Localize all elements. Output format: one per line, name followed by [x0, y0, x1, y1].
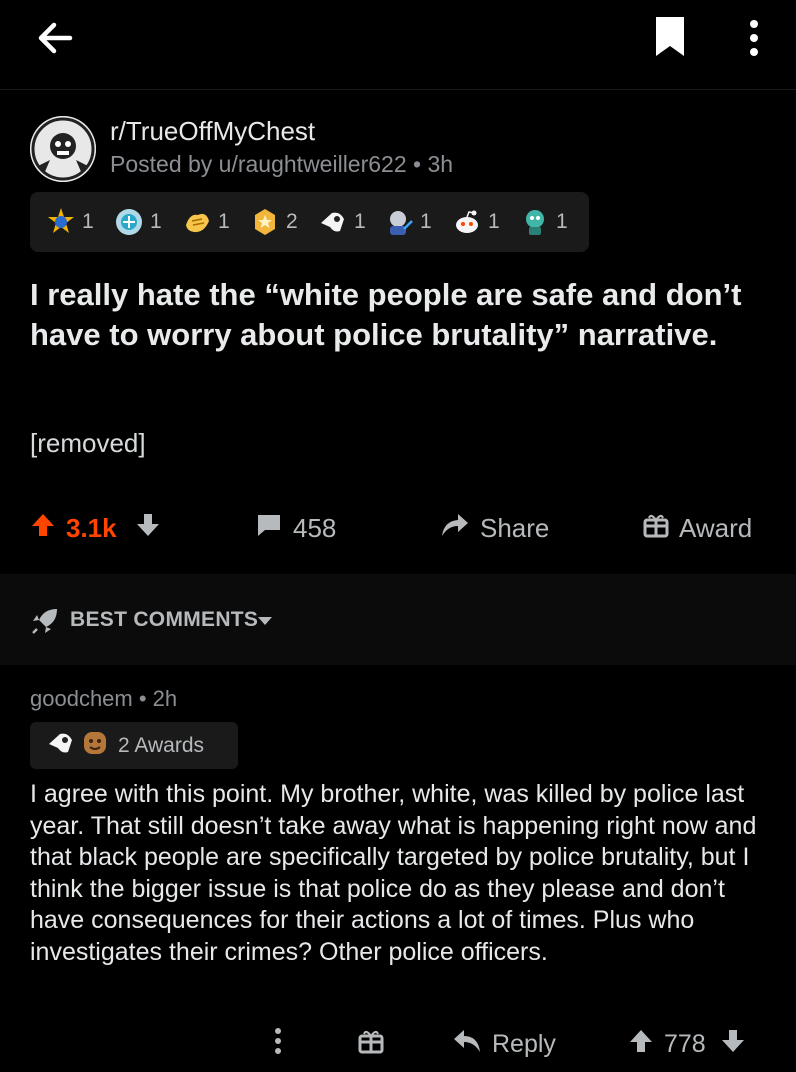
award-item: 2: [250, 206, 298, 238]
award-icon: [46, 728, 76, 763]
award-count: 1: [420, 210, 432, 233]
comment-body: I agree with this point. My brother, whi…: [30, 780, 757, 966]
more-vertical-icon: [268, 1026, 288, 1063]
award-icon: [186, 213, 209, 233]
comments-button[interactable]: 458: [255, 500, 336, 556]
award-item: 1: [452, 206, 500, 238]
reply-label: Reply: [492, 1029, 556, 1058]
more-vertical-icon[interactable]: [738, 12, 770, 60]
top-bar: [0, 0, 796, 90]
award-icon: [48, 208, 74, 233]
chevron-down-icon: [256, 614, 274, 632]
comment-author[interactable]: goodchem • 2h: [30, 686, 177, 712]
sort-label[interactable]: BEST COMMENTS: [70, 608, 258, 632]
bookmark-icon[interactable]: [646, 12, 694, 60]
comment-icon: [255, 511, 283, 546]
comment-award-button[interactable]: [358, 1016, 384, 1072]
award-count: 1: [488, 210, 500, 233]
award-icon: [80, 728, 110, 763]
back-arrow-icon[interactable]: [30, 14, 78, 62]
share-label: Share: [480, 512, 550, 543]
gift-icon: [643, 512, 669, 545]
award-icon: [255, 209, 275, 235]
comment-score: 778: [664, 1029, 706, 1058]
award-icon: [526, 210, 544, 235]
upvote-icon[interactable]: [30, 512, 56, 545]
upvote-icon[interactable]: [628, 1028, 654, 1061]
award-count: 1: [218, 210, 230, 233]
award-icon: [456, 210, 478, 233]
post-awards-bar[interactable]: 1 1 1 2 1 1 1 1: [30, 192, 589, 252]
post-body: [removed]: [30, 428, 146, 458]
award-item: 1: [46, 206, 94, 238]
comment-vote-control: 778: [628, 1016, 746, 1072]
comment-more-button[interactable]: [268, 1016, 288, 1072]
award-item: 1: [520, 206, 568, 238]
comment-actions-bar: Reply 778: [0, 1016, 796, 1072]
award-icon: [116, 209, 142, 235]
post-meta[interactable]: Posted by u/raughtweiller622 • 3h: [110, 151, 453, 178]
comment-awards[interactable]: 2 Awards: [30, 722, 238, 769]
post-actions-bar: 3.1k 458 Share Award: [0, 500, 796, 556]
post-score: 3.1k: [66, 512, 117, 543]
comment-awards-label: 2 Awards: [118, 733, 204, 757]
award-count: 1: [150, 210, 162, 233]
award-button[interactable]: Award: [643, 500, 752, 556]
award-item: 1: [384, 206, 432, 238]
award-item: 1: [182, 206, 230, 238]
rocket-icon: [30, 606, 60, 641]
award-count: 1: [82, 210, 94, 233]
award-label: Award: [679, 512, 753, 543]
downvote-icon[interactable]: [135, 512, 161, 545]
post-title: I really hate the “white people are safe…: [30, 277, 742, 352]
award-item: 1: [318, 206, 366, 238]
award-icon: [321, 212, 344, 232]
award-icon: [390, 211, 413, 235]
award-count: 2: [286, 210, 298, 233]
share-button[interactable]: Share: [440, 500, 549, 556]
vote-control: 3.1k: [30, 500, 161, 556]
reply-button[interactable]: Reply: [452, 1016, 556, 1072]
subreddit-avatar[interactable]: [30, 116, 96, 182]
gift-icon: [358, 1028, 384, 1061]
award-count: 1: [354, 210, 366, 233]
award-item: 1: [114, 206, 162, 238]
award-count: 1: [556, 210, 568, 233]
subreddit-name[interactable]: r/TrueOffMyChest: [110, 116, 315, 147]
reply-icon: [452, 1028, 482, 1061]
downvote-icon[interactable]: [720, 1028, 746, 1061]
comment-count: 458: [293, 512, 337, 543]
share-icon: [440, 511, 470, 546]
